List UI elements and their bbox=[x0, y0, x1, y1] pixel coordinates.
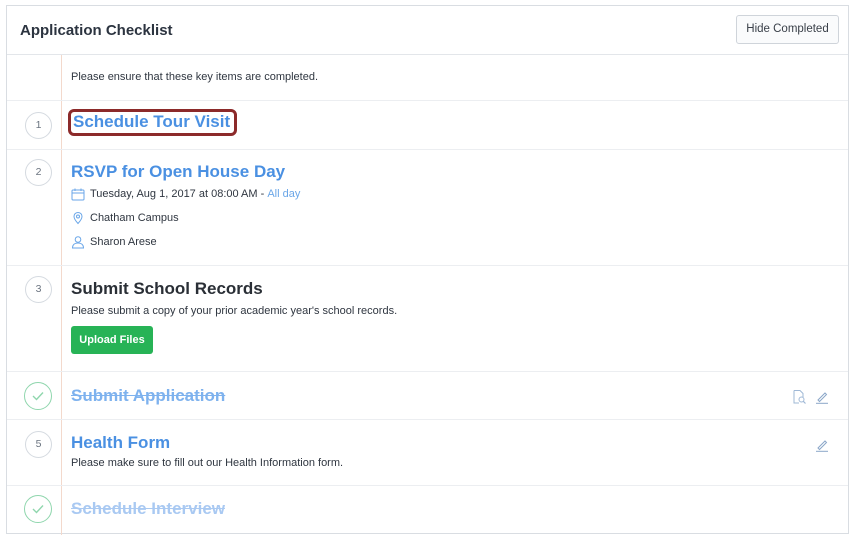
edit-icon[interactable] bbox=[815, 438, 829, 452]
checklist-item-1: 1 Schedule Tour Visit bbox=[7, 101, 848, 150]
submit-application-link[interactable]: Submit Application bbox=[71, 386, 225, 406]
step-number: 5 bbox=[25, 431, 52, 458]
application-checklist-panel: Application Checklist Hide Completed Ple… bbox=[6, 5, 849, 535]
highlight-annotation: Schedule Tour Visit bbox=[68, 109, 238, 136]
location-pin-icon bbox=[73, 211, 83, 225]
checklist-item-3: 3 Submit School Records Please submit a … bbox=[7, 266, 848, 372]
checklist-item-5: 5 Health Form Please make sure to fill o… bbox=[7, 420, 848, 486]
panel-header: Application Checklist Hide Completed bbox=[7, 6, 848, 55]
checklist-item-4: Submit Application bbox=[7, 372, 848, 420]
upload-files-button[interactable]: Upload Files bbox=[71, 326, 153, 354]
rsvp-open-house-link[interactable]: RSVP for Open House Day bbox=[71, 162, 300, 182]
event-date: Tuesday, Aug 1, 2017 at 08:00 AM - All d… bbox=[71, 182, 300, 206]
checklist-item-2: 2 RSVP for Open House Day Tuesday, Aug 1… bbox=[7, 150, 848, 266]
person-text: Sharon Arese bbox=[90, 236, 157, 248]
health-form-link[interactable]: Health Form bbox=[71, 433, 343, 453]
completed-check-icon bbox=[24, 382, 52, 410]
event-date-text: Tuesday, Aug 1, 2017 at 08:00 AM - bbox=[90, 188, 265, 200]
intro-text: Please ensure that these key items are c… bbox=[71, 71, 319, 83]
checklist-item-6: Schedule Interview bbox=[7, 486, 848, 535]
hide-completed-button[interactable]: Hide Completed bbox=[736, 15, 839, 44]
location-text: Chatham Campus bbox=[90, 212, 179, 224]
person-icon bbox=[71, 236, 85, 249]
edit-icon[interactable] bbox=[815, 390, 829, 404]
event-person: Sharon Arese bbox=[71, 230, 300, 254]
panel-title: Application Checklist bbox=[20, 22, 173, 39]
submit-school-records-title: Submit School Records bbox=[71, 279, 263, 298]
intro-row: Please ensure that these key items are c… bbox=[7, 55, 848, 101]
schedule-tour-visit-link[interactable]: Schedule Tour Visit bbox=[73, 112, 230, 131]
step-number: 1 bbox=[25, 112, 52, 139]
step-number: 3 bbox=[25, 276, 52, 303]
schedule-interview-link[interactable]: Schedule Interview bbox=[71, 499, 225, 519]
view-document-icon[interactable] bbox=[791, 389, 807, 405]
step-number: 2 bbox=[25, 159, 52, 186]
event-location: Chatham Campus bbox=[71, 206, 300, 230]
completed-check-icon bbox=[24, 495, 52, 523]
calendar-icon bbox=[71, 188, 85, 200]
item-description: Please make sure to fill out our Health … bbox=[71, 457, 344, 469]
all-day-label: All day bbox=[267, 188, 301, 200]
item-description: Please submit a copy of your prior acade… bbox=[71, 305, 398, 317]
